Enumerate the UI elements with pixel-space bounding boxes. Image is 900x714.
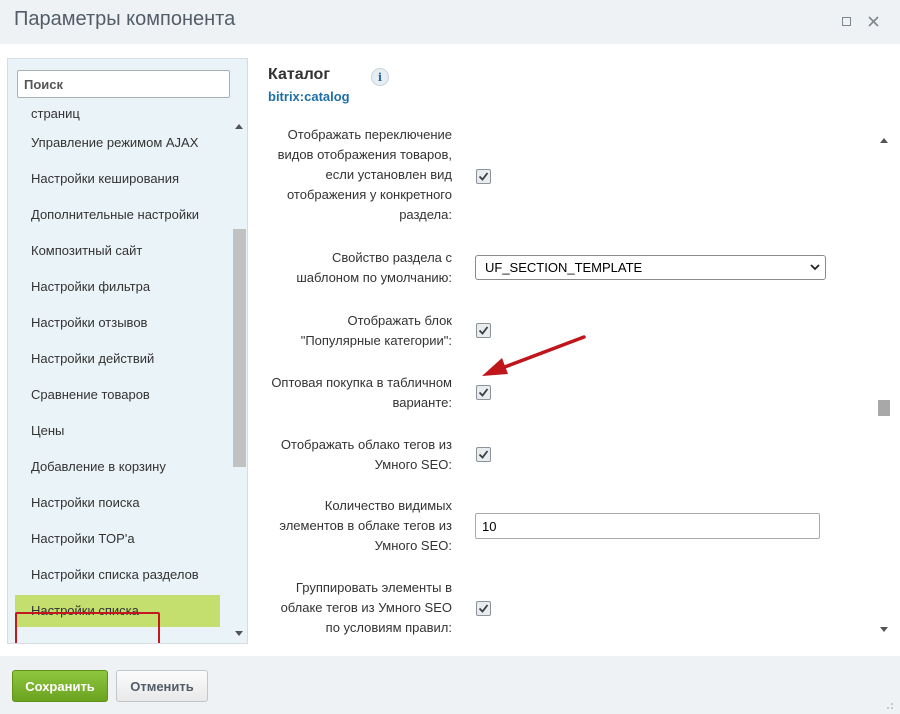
sidebar-item-basket[interactable]: Добавление в корзину — [31, 459, 166, 474]
scroll-thumb[interactable] — [878, 400, 890, 416]
sidebar: страниц Управление режимом AJAX Настройк… — [7, 58, 248, 644]
sidebar-item-additional[interactable]: Дополнительные настройки — [31, 207, 199, 222]
sidebar-item-ajax[interactable]: Управление режимом AJAX — [31, 135, 198, 150]
checkmark-icon — [478, 450, 489, 459]
param-label-popular-categories: Отображать блок "Популярные категории": — [300, 313, 452, 348]
param-label-group-elements: Группировать элементы в облаке тегов из … — [280, 580, 452, 635]
checkmark-icon — [478, 604, 489, 613]
checkmark-icon — [478, 172, 489, 181]
tag-count-input[interactable] — [475, 513, 820, 539]
save-button[interactable]: Сохранить — [12, 670, 108, 702]
sidebar-item-list-settings[interactable]: Настройки списка — [15, 595, 220, 627]
sidebar-item-cache[interactable]: Настройки кеширования — [31, 171, 179, 186]
view-switch-checkbox[interactable] — [476, 169, 491, 184]
scroll-down-icon[interactable] — [880, 627, 888, 632]
param-label-section-template: Свойство раздела с шаблоном по умолчанию… — [296, 250, 452, 285]
scroll-up-icon[interactable] — [235, 124, 243, 129]
sidebar-item-search[interactable]: Настройки поиска — [31, 495, 140, 510]
component-title: Каталог — [268, 66, 330, 83]
footer: Сохранить Отменить — [0, 656, 900, 714]
sidebar-item-composite[interactable]: Композитный сайт — [31, 243, 142, 258]
search-input[interactable] — [17, 70, 230, 98]
sidebar-item-reviews[interactable]: Настройки отзывов — [31, 315, 147, 330]
group-elements-checkbox[interactable] — [476, 601, 491, 616]
maximize-icon[interactable] — [837, 12, 855, 30]
scroll-down-icon[interactable] — [235, 631, 243, 636]
sidebar-item-prices[interactable]: Цены — [31, 423, 64, 438]
close-icon[interactable] — [864, 12, 882, 30]
info-icon[interactable]: i — [371, 68, 389, 86]
cancel-button[interactable]: Отменить — [116, 670, 208, 702]
window-title: Параметры компонента — [14, 8, 236, 30]
popular-categories-checkbox[interactable] — [476, 323, 491, 338]
sidebar-item-section-list[interactable]: Настройки списка разделов — [31, 567, 199, 582]
param-label-wholesale: Оптовая покупка в табличном варианте: — [271, 375, 452, 410]
sidebar-item-top[interactable]: Настройки TOP'а — [31, 531, 135, 546]
resize-grip-icon[interactable] — [882, 700, 894, 712]
wholesale-checkbox[interactable] — [476, 385, 491, 400]
checkmark-icon — [478, 326, 489, 335]
sidebar-nav: страниц Управление режимом AJAX Настройк… — [8, 106, 232, 643]
dialog-body: страниц Управление режимом AJAX Настройк… — [0, 44, 900, 656]
scroll-thumb[interactable] — [233, 229, 246, 467]
scroll-up-icon[interactable] — [880, 138, 888, 143]
params-scrollbar[interactable] — [877, 130, 891, 638]
sidebar-item-compare[interactable]: Сравнение товаров — [31, 387, 150, 402]
param-label-tag-count: Количество видимых элементов в облаке те… — [279, 498, 452, 553]
param-label-view-switch: Отображать переключение видов отображени… — [277, 128, 452, 222]
tag-cloud-checkbox[interactable] — [476, 447, 491, 462]
params-panel: Отображать переключение видов отображени… — [262, 128, 894, 636]
sidebar-item-actions[interactable]: Настройки действий — [31, 351, 154, 366]
component-code: bitrix:catalog — [268, 89, 350, 104]
section-template-select[interactable]: UF_SECTION_TEMPLATE — [475, 255, 826, 280]
param-label-tag-cloud: Отображать облако тегов из Умного SEO: — [280, 437, 452, 472]
chevron-down-icon — [810, 264, 820, 271]
sidebar-item-filter[interactable]: Настройки фильтра — [31, 279, 150, 294]
sidebar-item-pages[interactable]: страниц — [31, 106, 80, 121]
checkmark-icon — [478, 388, 489, 397]
title-bar: Параметры компонента — [0, 0, 900, 44]
sidebar-scrollbar[interactable] — [233, 119, 246, 643]
